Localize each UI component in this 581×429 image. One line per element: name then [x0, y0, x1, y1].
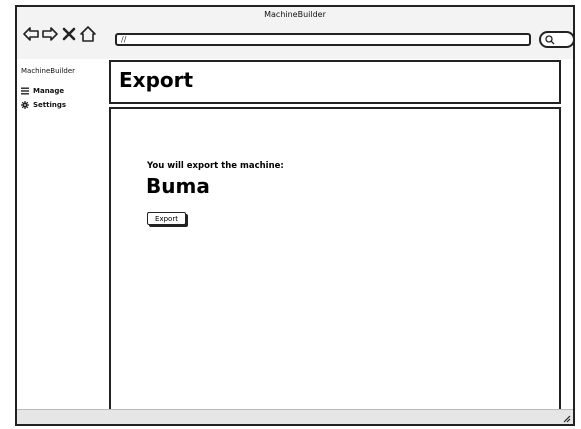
back-arrow-icon — [23, 27, 39, 41]
sidebar-item-label: Manage — [33, 87, 65, 95]
window-title: MachineBuilder — [264, 10, 326, 19]
status-bar — [17, 409, 573, 424]
url-bar[interactable]: // — [115, 33, 531, 46]
page-title: Export — [119, 68, 194, 92]
brand-label: MachineBuilder — [21, 67, 76, 75]
main-panel: You will export the machine: Buma Export — [109, 107, 561, 413]
resize-grip-icon[interactable] — [561, 413, 571, 423]
machine-name: Buma — [146, 174, 210, 198]
menu-icon — [21, 87, 29, 95]
sidebar-item-manage[interactable]: Manage — [21, 87, 64, 95]
gear-icon — [21, 101, 29, 109]
browser-window: MachineBuilder // MachineBuilder Manage … — [15, 5, 575, 426]
sidebar-item-label: Settings — [33, 101, 67, 109]
home-icon — [80, 26, 96, 42]
back-button[interactable] — [22, 25, 40, 43]
page-header: Export — [109, 60, 561, 104]
export-button[interactable]: Export — [147, 212, 186, 225]
close-icon — [62, 27, 76, 41]
sidebar-item-settings[interactable]: Settings — [21, 101, 66, 109]
search-box[interactable] — [539, 31, 575, 48]
search-icon — [545, 35, 555, 45]
page-content: MachineBuilder Manage Settings Export Yo… — [17, 59, 573, 413]
export-intro-text: You will export the machine: — [147, 161, 284, 171]
home-button[interactable] — [79, 25, 97, 43]
stop-button[interactable] — [60, 25, 78, 43]
forward-button[interactable] — [41, 25, 59, 43]
sidebar: MachineBuilder Manage Settings — [17, 59, 107, 410]
forward-arrow-icon — [42, 27, 58, 41]
title-bar: MachineBuilder // — [17, 7, 575, 59]
